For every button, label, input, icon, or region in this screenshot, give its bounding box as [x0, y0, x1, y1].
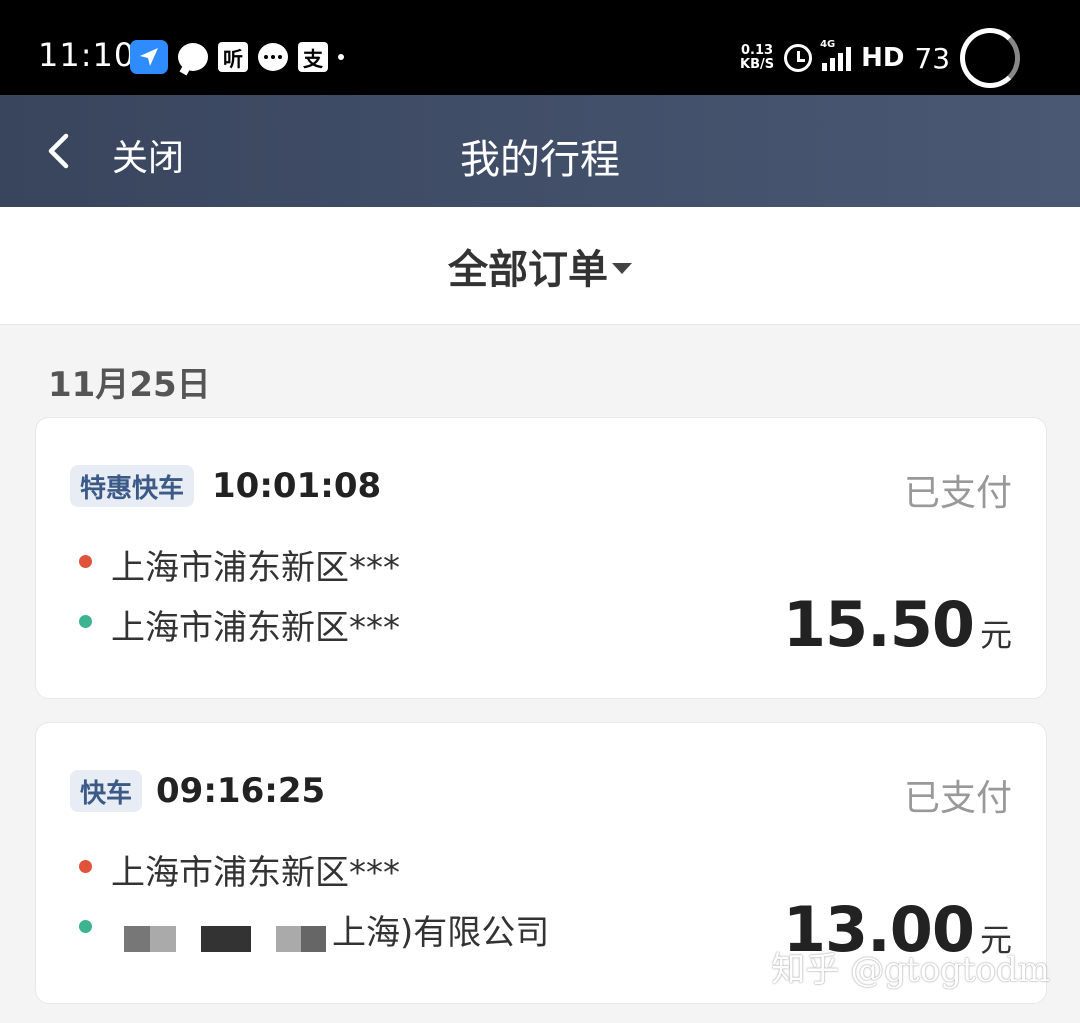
filter-label: 全部订单: [448, 246, 608, 293]
caret-down-icon: [612, 263, 632, 274]
network-speed: 0.13 KB/S: [740, 44, 774, 72]
start-address: 上海市浦东新区***: [111, 548, 400, 588]
end-point-dot-icon: [79, 615, 92, 628]
trip-time: 10:01:08: [212, 466, 382, 506]
battery-level: 73: [914, 41, 951, 75]
hd-indicator: HD: [861, 43, 905, 73]
alarm-icon: [784, 44, 813, 72]
price-amount: 15.50: [782, 588, 975, 661]
end-address: 上海)有限公司: [332, 913, 550, 953]
trip-price: 15.50 元: [783, 588, 1012, 661]
ride-type-badge: 快车: [70, 770, 143, 812]
ride-type-badge: 特惠快车: [70, 465, 195, 507]
system-icons: 0.13 KB/S 4G HD 73: [740, 28, 1021, 88]
notification-icons: 听 支: [130, 40, 344, 74]
network-type: 4G: [820, 39, 836, 50]
start-point-dot-icon: [79, 860, 92, 873]
start-point-dot-icon: [79, 555, 92, 568]
end-address: 上海市浦东新区***: [111, 608, 400, 648]
trip-card[interactable]: 特惠快车 10:01:08 已支付 上海市浦东新区*** 上海市浦东新区*** …: [35, 417, 1047, 699]
start-address: 上海市浦东新区***: [111, 853, 400, 893]
battery-ring-icon: [960, 28, 1021, 88]
status-time: 11:10: [38, 36, 136, 74]
chat-icon: [258, 43, 288, 71]
signal-icon: 4G: [820, 39, 852, 71]
navigation-app-icon: [130, 40, 168, 74]
order-filter-dropdown[interactable]: 全部订单: [0, 207, 1080, 325]
close-button[interactable]: 关闭: [112, 129, 184, 181]
payment-status: 已支付: [903, 473, 1012, 514]
trip-time: 09:16:25: [156, 771, 326, 811]
price-unit: 元: [979, 616, 1012, 654]
message-bubble-icon: [178, 43, 208, 71]
payment-status: 已支付: [903, 778, 1012, 819]
alipay-icon: 支: [298, 42, 328, 72]
listen-app-icon: 听: [218, 42, 248, 72]
status-bar: 11:10 听 支 0.13 KB/S 4G HD 73: [0, 0, 1080, 95]
network-speed-unit: KB/S: [740, 57, 775, 72]
end-point-dot-icon: [79, 920, 92, 933]
watermark: 知乎 @gtogtodm: [771, 950, 1050, 990]
date-group-header: 11月25日: [48, 365, 211, 405]
nav-header: 我的行程 关闭: [0, 95, 1080, 207]
back-chevron-icon[interactable]: [44, 133, 74, 169]
more-notifications-dot-icon: [338, 54, 344, 60]
network-speed-value: 0.13: [741, 43, 774, 58]
